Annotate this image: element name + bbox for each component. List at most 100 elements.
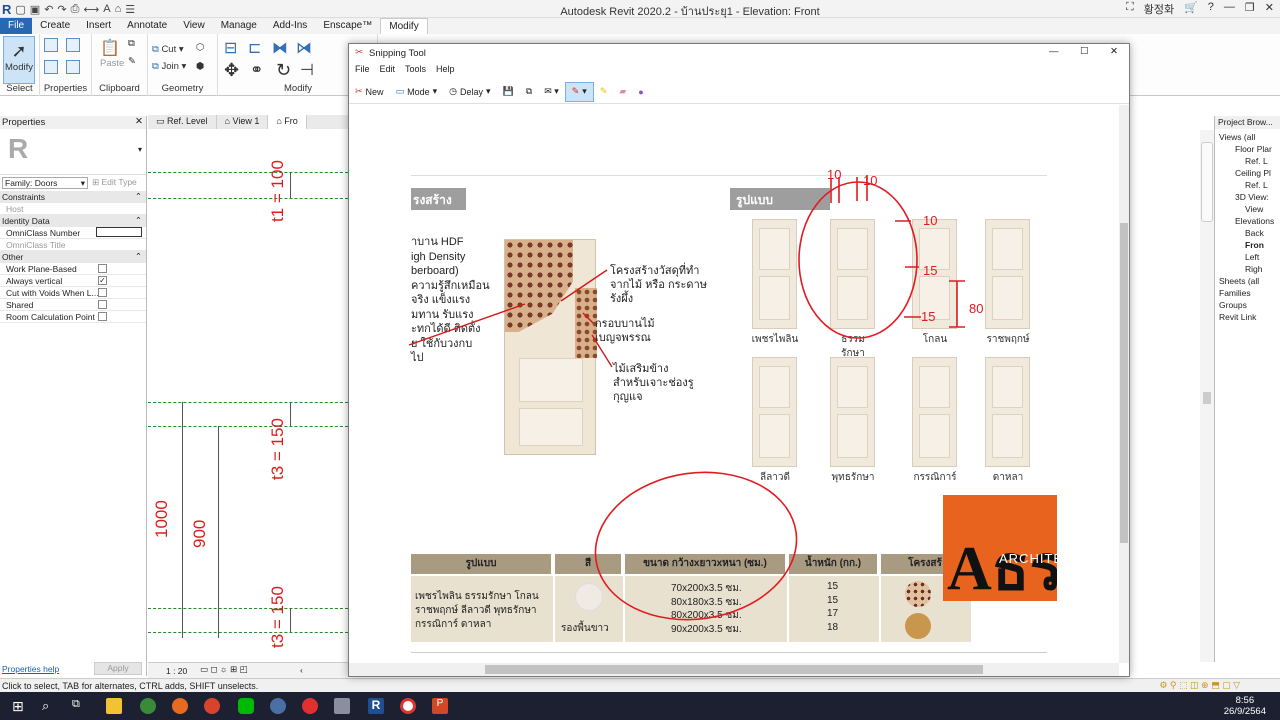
tab-modify[interactable]: Modify: [380, 18, 428, 34]
tab-view[interactable]: View: [175, 18, 213, 34]
apply-button[interactable]: Apply: [94, 662, 142, 675]
record-icon[interactable]: [400, 698, 416, 714]
dimension-height-1000[interactable]: 1000: [152, 500, 172, 538]
browser-item[interactable]: Groups: [1219, 300, 1247, 310]
scroll-left-icon[interactable]: ‹: [300, 665, 303, 675]
user-name[interactable]: 황정화: [1144, 1, 1174, 17]
browser-item[interactable]: Ref. L: [1245, 156, 1268, 166]
collapse-icon[interactable]: ⌃: [135, 191, 142, 202]
file-explorer-icon[interactable]: [106, 698, 122, 714]
windows-start-icon[interactable]: ⊞: [12, 698, 28, 714]
tab-manage[interactable]: Manage: [213, 18, 265, 34]
property-checkbox[interactable]: [98, 300, 107, 309]
family-properties-icon[interactable]: [44, 60, 58, 74]
properties-row[interactable]: Host: [0, 203, 146, 215]
tab-insert[interactable]: Insert: [78, 18, 119, 34]
redo-icon[interactable]: ↷: [57, 3, 66, 16]
maximize-icon[interactable]: ☐: [1080, 46, 1089, 57]
omniclass-number-input[interactable]: [96, 227, 142, 237]
offset-icon[interactable]: ⊏: [248, 38, 261, 58]
paint3d-icon[interactable]: ●: [632, 87, 649, 97]
vivaldi-icon[interactable]: [302, 698, 318, 714]
revit-taskbar-icon[interactable]: R: [368, 698, 384, 714]
tab-create[interactable]: Create: [32, 18, 78, 34]
pen-tool-button[interactable]: ✎ ▾: [564, 81, 594, 102]
snip-menu-tools[interactable]: Tools: [405, 64, 426, 79]
scroll-thumb[interactable]: [1120, 223, 1128, 543]
family-dropdown[interactable]: Family: Doors ▾: [2, 177, 88, 189]
measure-icon[interactable]: ⟷: [83, 3, 99, 16]
close-icon[interactable]: ✕: [1265, 1, 1274, 17]
view-scale[interactable]: 1 : 20: [166, 666, 187, 676]
highlighter-icon[interactable]: ✎: [594, 86, 614, 97]
collapse-icon[interactable]: ⌃: [135, 215, 142, 226]
infocenter-icon[interactable]: ⛶: [1126, 1, 1134, 17]
property-checkbox[interactable]: [98, 264, 107, 273]
send-snip-icon[interactable]: ✉ ▾: [538, 86, 565, 97]
properties-row[interactable]: Cut with Voids When L...: [0, 287, 146, 299]
copy-icon[interactable]: ⧉: [128, 38, 135, 49]
firefox-icon[interactable]: [172, 698, 188, 714]
tab-front[interactable]: ⌂ Fro: [268, 115, 307, 129]
properties-row[interactable]: Shared: [0, 299, 146, 311]
browser-item[interactable]: Views (all: [1219, 132, 1255, 142]
cart-icon[interactable]: 🛒: [1184, 1, 1198, 17]
3d-view-icon[interactable]: ⌂: [115, 3, 122, 15]
wall-join-icon[interactable]: ⬡: [196, 42, 204, 53]
close-icon[interactable]: ✕: [1110, 46, 1118, 57]
detail-level-icon[interactable]: ▭ ◻ ☼ ⊞ ◰: [200, 664, 247, 675]
drawing-canvas[interactable]: t1 = 100 t3 = 150 1000 900 t3 = 150: [148, 130, 348, 662]
browser-item[interactable]: Elevations: [1235, 216, 1274, 226]
chrome-icon[interactable]: [204, 698, 220, 714]
undo-icon[interactable]: ↶: [44, 3, 53, 16]
snip-horizontal-scrollbar[interactable]: [349, 663, 1119, 676]
close-icon[interactable]: ✕: [135, 116, 143, 127]
save-snip-icon[interactable]: 💾: [497, 86, 520, 97]
match-icon[interactable]: ✎: [128, 56, 136, 67]
browser-item[interactable]: Sheets (all: [1219, 276, 1259, 286]
text-icon[interactable]: A: [103, 3, 110, 15]
browser-item[interactable]: Revit Link: [1219, 312, 1256, 322]
print-icon[interactable]: ⎙: [71, 3, 80, 16]
tab-addins[interactable]: Add-Ins: [265, 18, 315, 34]
browser-item[interactable]: Back: [1245, 228, 1264, 238]
open-icon[interactable]: ▢: [15, 3, 25, 16]
dimension-t3-bottom[interactable]: t3 = 150: [268, 586, 288, 648]
mirror-draw-icon[interactable]: ⧒: [296, 38, 312, 58]
element-properties-icon[interactable]: [66, 38, 80, 52]
snip-menu-file[interactable]: File: [355, 64, 370, 79]
dimension-t3-top[interactable]: t3 = 150: [268, 418, 288, 480]
properties-help-link[interactable]: Properties help: [2, 664, 59, 674]
minimize-icon[interactable]: —: [1224, 1, 1235, 17]
printer-icon[interactable]: [334, 698, 350, 714]
save-icon[interactable]: ▣: [30, 3, 40, 16]
paint-icon[interactable]: ⬢: [196, 61, 204, 72]
task-view-icon[interactable]: ⧉: [72, 698, 88, 714]
snip-menu-edit[interactable]: Edit: [380, 64, 396, 79]
delay-button[interactable]: ◷ Delay ▾: [443, 86, 496, 97]
line-icon[interactable]: [238, 698, 254, 714]
rotate-icon[interactable]: ↻: [276, 60, 291, 81]
instance-properties-icon[interactable]: [66, 60, 80, 74]
properties-row[interactable]: Room Calculation Point: [0, 311, 146, 323]
browser-item[interactable]: 3D View:: [1235, 192, 1269, 202]
minimize-icon[interactable]: —: [1049, 46, 1059, 57]
properties-row[interactable]: Always vertical ✓: [0, 275, 146, 287]
browser-item[interactable]: Families: [1219, 288, 1251, 298]
align-icon[interactable]: ⊟: [224, 38, 237, 58]
type-selector[interactable]: R ▾: [0, 129, 146, 175]
thin-lines-icon[interactable]: ☰: [125, 3, 135, 16]
cut-button[interactable]: ⧉ Cut ▾: [152, 44, 184, 55]
dimension-t1[interactable]: t1 = 100: [268, 160, 288, 222]
browser-item[interactable]: Righ: [1245, 264, 1262, 274]
browser-item[interactable]: Ref. L: [1245, 180, 1268, 190]
collapse-icon[interactable]: ⌃: [135, 251, 142, 262]
property-checkbox[interactable]: [98, 288, 107, 297]
tab-view-1[interactable]: ⌂ View 1: [217, 115, 269, 129]
edit-type-button[interactable]: ⊞ Edit Type: [92, 177, 137, 188]
snip-image[interactable]: รงสร้าง รูปแบบ าบาน HDF igh Density berboa…: [349, 105, 1119, 663]
modify-button[interactable]: ➚ Modify: [3, 36, 35, 84]
dimension-height-900[interactable]: 900: [190, 520, 210, 548]
property-checkbox[interactable]: ✓: [98, 276, 107, 285]
chevron-down-icon[interactable]: ▾: [138, 145, 142, 154]
